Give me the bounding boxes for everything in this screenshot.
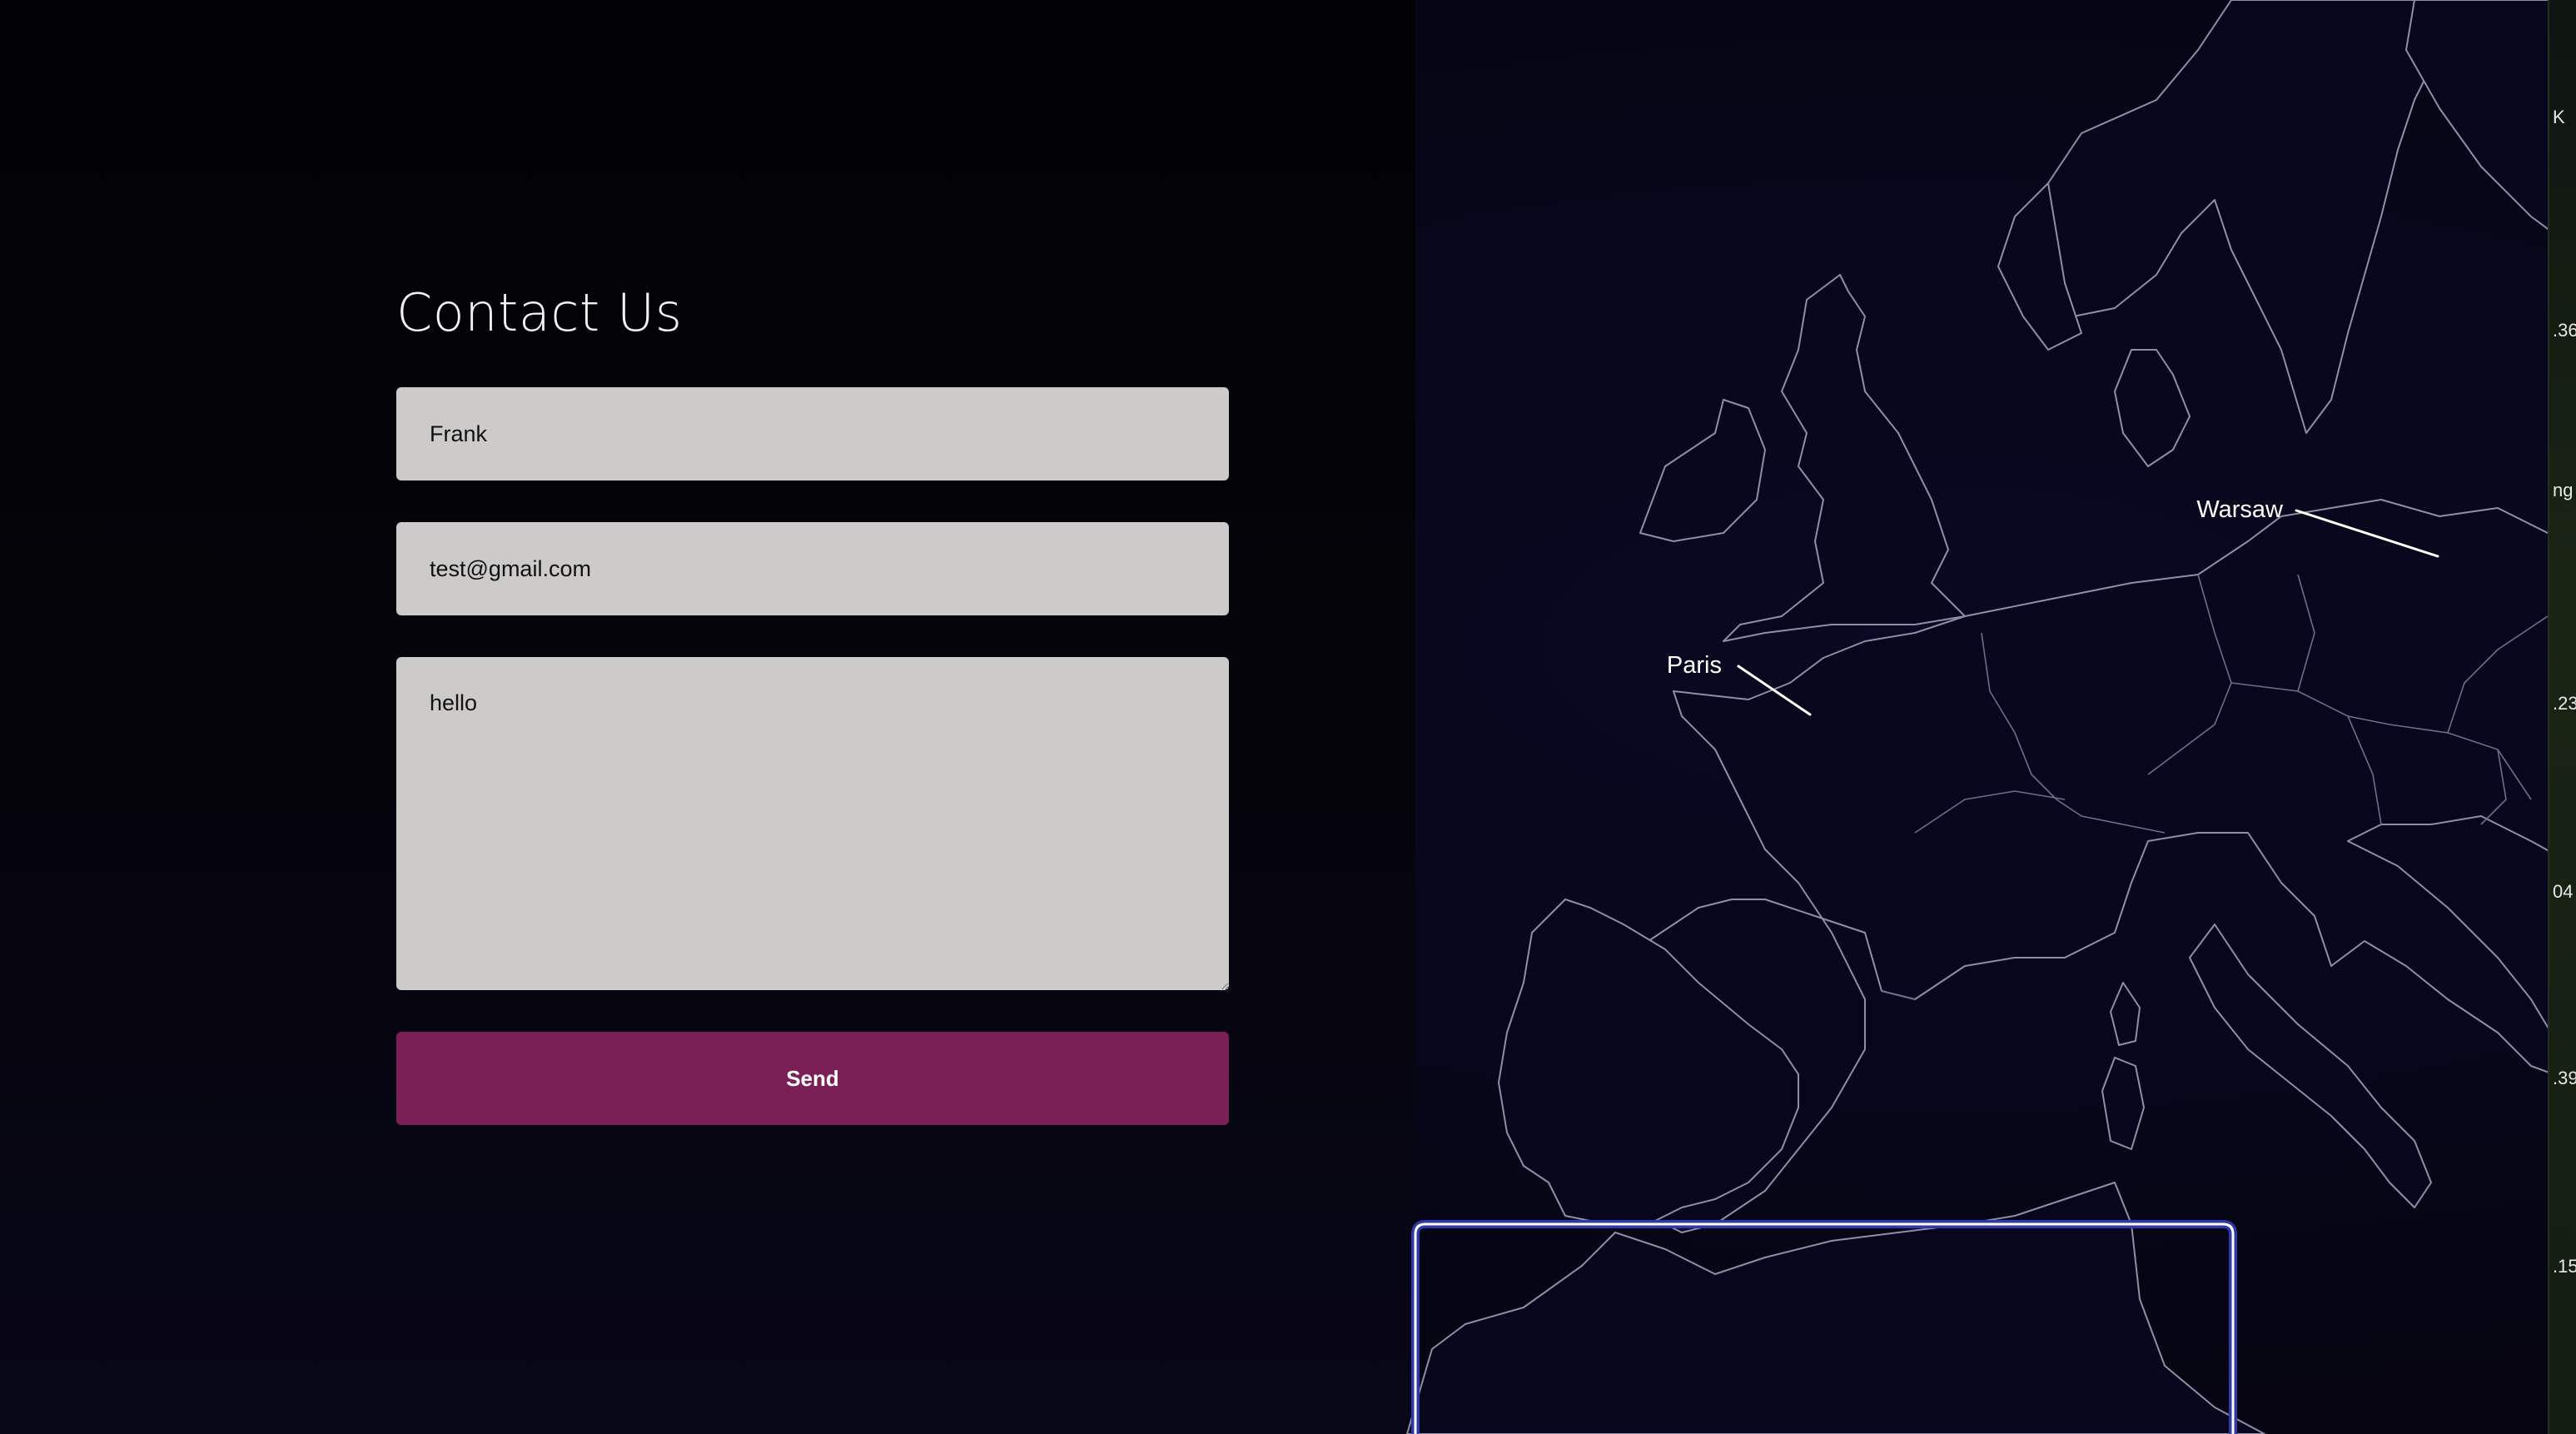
- contact-title: Contact Us: [396, 282, 683, 343]
- ireland-shape: [1639, 399, 1766, 542]
- city-label-warsaw: Warsaw: [2196, 496, 2284, 523]
- send-button[interactable]: Send: [396, 1032, 1229, 1125]
- scandinavia-shape: [2047, 0, 2457, 434]
- page: Contact Us hello Send: [0, 0, 2576, 1434]
- side-label: .36: [2553, 320, 2576, 341]
- side-label: ng: [2553, 480, 2574, 500]
- corsica-shape: [2110, 982, 2141, 1046]
- city-label-paris: Paris: [1667, 652, 1722, 679]
- side-label: .39: [2553, 1068, 2576, 1088]
- side-panel[interactable]: K .36 ng .23 04 .39 .15: [2548, 0, 2576, 1434]
- denmark-shape: [2114, 349, 2191, 467]
- side-label: .15: [2553, 1256, 2576, 1277]
- map-canvas: Paris Warsaw: [1406, 0, 2576, 1434]
- sardinia-shape: [2101, 1057, 2145, 1150]
- email-input[interactable]: [396, 522, 1229, 615]
- side-label: 04: [2553, 881, 2574, 902]
- side-label: .23: [2553, 693, 2576, 714]
- europe-map[interactable]: Paris Warsaw: [1332, 0, 2576, 1434]
- side-label: K: [2553, 107, 2565, 127]
- contact-form: Contact Us hello Send: [396, 287, 1229, 1125]
- message-textarea[interactable]: hello: [396, 657, 1229, 990]
- name-input[interactable]: [396, 387, 1229, 480]
- italy-shape: [2189, 924, 2432, 1208]
